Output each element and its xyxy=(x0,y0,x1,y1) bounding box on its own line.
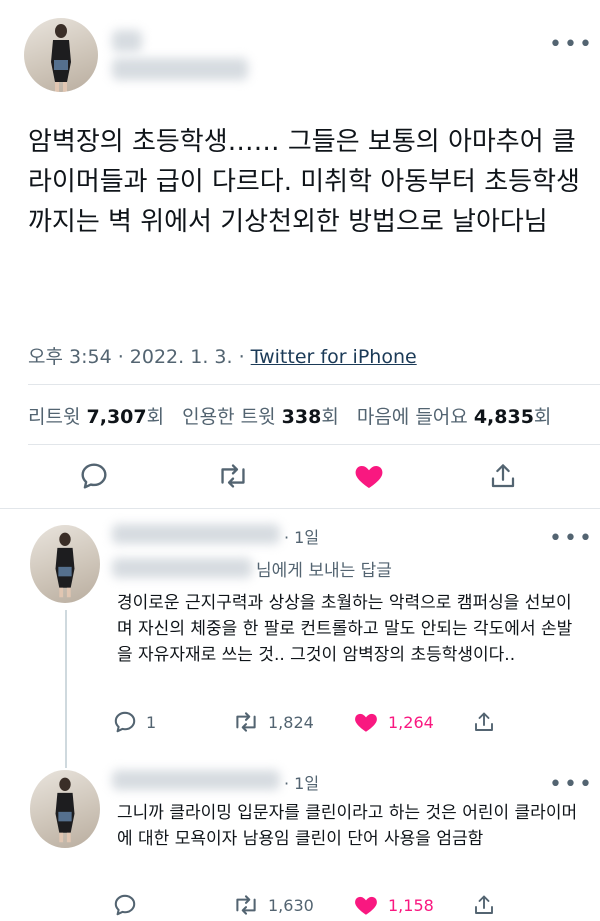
heart-filled-icon xyxy=(355,896,377,915)
reply-button[interactable] xyxy=(112,892,138,918)
retweet-icon xyxy=(221,464,245,488)
tweet-date: 2022. 1. 3. xyxy=(129,346,233,368)
like-button[interactable]: 1,158 xyxy=(352,892,434,918)
heart-filled-icon xyxy=(355,713,377,732)
more-options-icon[interactable]: ••• xyxy=(549,34,594,56)
share-button[interactable] xyxy=(488,460,518,492)
share-icon xyxy=(475,712,493,731)
reply-time: · 1일 xyxy=(284,774,320,793)
avatar-figure-icon xyxy=(55,532,75,598)
reply-author-redacted[interactable] xyxy=(112,524,280,544)
share-button[interactable] xyxy=(472,709,496,735)
more-options-icon[interactable]: ••• xyxy=(549,528,594,550)
reply-text: 경이로운 근지구력과 상상을 초월하는 악력으로 캠퍼싱을 선보이며 자신의 체… xyxy=(117,593,573,665)
avatar-figure-icon xyxy=(51,24,71,92)
section-divider xyxy=(0,508,600,509)
reply-avatar[interactable] xyxy=(30,770,100,848)
share-icon xyxy=(475,895,493,914)
like-button[interactable]: 1,264 xyxy=(352,709,434,735)
retweet-button[interactable] xyxy=(216,460,250,492)
reply-button[interactable] xyxy=(78,460,110,492)
avatar-figure-icon xyxy=(55,777,75,843)
heart-filled-icon xyxy=(355,466,383,488)
like-button[interactable] xyxy=(352,460,386,492)
tweet-time: 오후 3:54 xyxy=(28,346,112,368)
divider xyxy=(28,444,600,445)
author-handle-redacted[interactable] xyxy=(112,58,248,80)
tweet-source-link[interactable]: Twitter for iPhone xyxy=(251,346,417,368)
retweet-button[interactable]: 1,630 xyxy=(232,892,314,918)
tweet-text: 암벽장의 초등학생…… 그들은 보통의 아마추어 클라이머들과 급이 다르다. … xyxy=(28,127,580,237)
share-icon xyxy=(491,464,515,488)
reply-to-handle-redacted[interactable] xyxy=(112,558,252,578)
thread-connector xyxy=(65,610,67,768)
divider xyxy=(28,384,600,385)
quote-count[interactable]: 338 xyxy=(282,406,322,428)
reply-count: 1 xyxy=(146,712,157,732)
like-count: 1,264 xyxy=(388,712,434,732)
retweet-count: 1,824 xyxy=(268,712,314,732)
retweet-count: 1,630 xyxy=(268,895,314,915)
reply-to-label: 님에게 보내는 답글 xyxy=(256,561,392,581)
retweet-button[interactable]: 1,824 xyxy=(232,709,314,735)
like-count[interactable]: 4,835 xyxy=(474,406,534,428)
like-count: 1,158 xyxy=(388,895,434,915)
tweet-metadata: 오후 3:54 · 2022. 1. 3. · Twitter for iPho… xyxy=(28,346,417,368)
retweet-count[interactable]: 7,307 xyxy=(87,406,147,428)
author-name-redacted[interactable] xyxy=(112,30,142,52)
reply-author-redacted[interactable] xyxy=(112,770,280,790)
tweet-stats: 리트윗 7,307회 인용한 트윗 338회 마음에 들어요 4,835회 xyxy=(28,406,552,428)
reply-icon xyxy=(81,463,107,489)
reply-text: 그니까 클라이밍 입문자를 클린이라고 하는 것은 어린이 클라이머에 대한 모… xyxy=(117,803,578,849)
retweet-icon xyxy=(236,895,256,915)
reply-button[interactable]: 1 xyxy=(112,709,156,735)
reply-avatar[interactable] xyxy=(30,525,100,603)
more-options-icon[interactable]: ••• xyxy=(549,774,594,796)
author-avatar[interactable] xyxy=(24,18,98,92)
share-button[interactable] xyxy=(472,892,496,918)
reply-time: · 1일 xyxy=(284,528,320,547)
retweet-icon xyxy=(236,712,256,732)
reply-icon xyxy=(114,894,136,916)
reply-icon xyxy=(114,711,136,733)
